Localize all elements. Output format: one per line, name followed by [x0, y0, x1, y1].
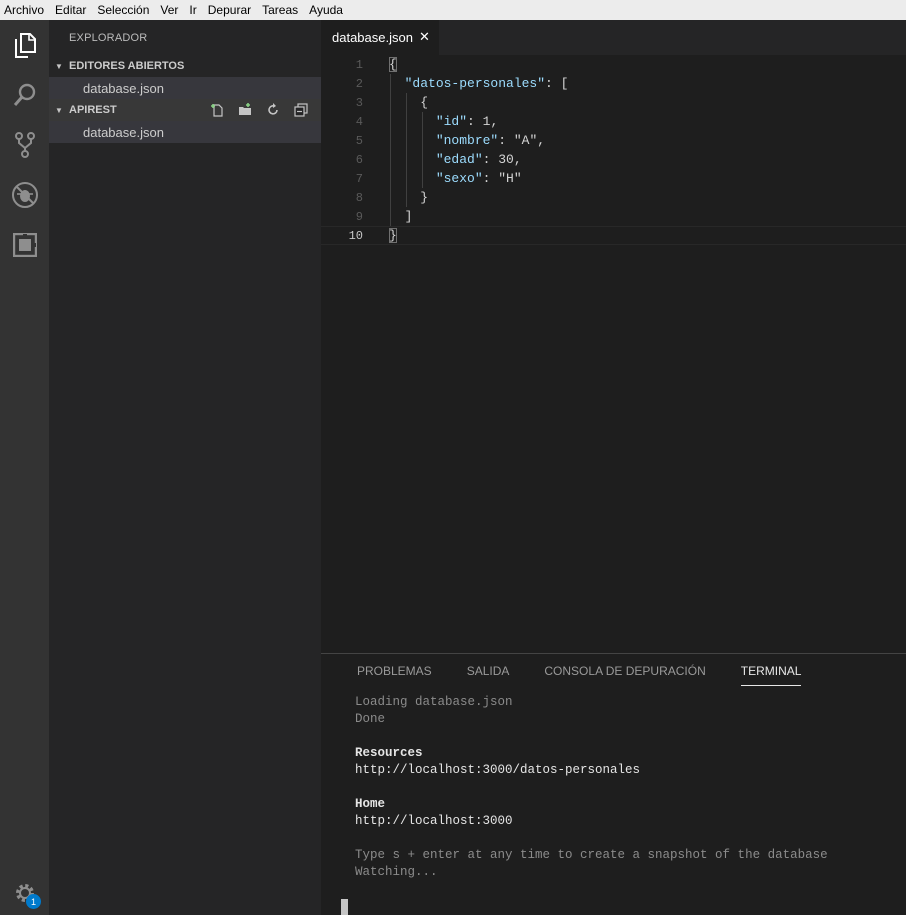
extensions-button[interactable]	[0, 222, 49, 268]
source-control-button[interactable]	[0, 122, 49, 168]
line-number: 10	[348, 228, 363, 243]
line-number: 9	[355, 209, 363, 224]
code-text: "sexo": "H"	[435, 171, 522, 186]
menu-editar[interactable]: Editar	[55, 3, 86, 17]
code-line: 4 "id": 1,	[321, 112, 906, 131]
debug-button[interactable]	[0, 172, 49, 218]
menu-tareas[interactable]: Tareas	[262, 3, 298, 17]
terminal-line: Done	[355, 712, 386, 726]
explorer-button[interactable]	[0, 22, 49, 68]
code-text: "datos-personales": [	[404, 76, 569, 91]
project-label: APIREST	[69, 104, 117, 116]
explorer-sidebar: EXPLORADOR ▼ EDITORES ABIERTOS database.…	[49, 20, 321, 915]
explorer-title: EXPLORADOR	[69, 32, 148, 44]
code-text: "nombre": "A",	[435, 133, 546, 148]
refresh-icon	[268, 103, 278, 115]
collapse-all-icon	[294, 103, 308, 117]
files-icon	[13, 32, 37, 58]
menu-depurar[interactable]: Depurar	[208, 3, 251, 17]
debug-icon	[11, 181, 39, 209]
file-label: database.json	[83, 80, 164, 96]
open-editors-label: EDITORES ABIERTOS	[69, 60, 185, 72]
menu-archivo[interactable]: Archivo	[4, 3, 44, 17]
code-line: 3 {	[321, 93, 906, 112]
line-number: 1	[355, 57, 363, 72]
terminal-cursor[interactable]	[341, 899, 348, 915]
project-header[interactable]: ▼ APIREST	[49, 99, 321, 121]
terminal-link[interactable]: http://localhost:3000	[355, 814, 513, 828]
code-line-current: 10 }	[321, 226, 906, 245]
line-number: 5	[355, 133, 363, 148]
open-editor-item[interactable]: database.json	[49, 77, 321, 99]
search-icon	[12, 82, 38, 108]
menu-ver[interactable]: Ver	[160, 3, 178, 17]
terminal-line: Watching...	[355, 865, 438, 879]
collapse-arrow-icon: ▼	[55, 61, 63, 71]
line-number: 2	[355, 76, 363, 91]
line-number: 3	[355, 95, 363, 110]
code-line: 9 ]	[321, 207, 906, 226]
code-editor[interactable]: 1 { 2 "datos-personales": [ 3 { 4 "id": …	[321, 55, 906, 653]
terminal-heading: Home	[355, 797, 386, 811]
code-line: 6 "edad": 30,	[321, 150, 906, 169]
project-file-item[interactable]: database.json	[49, 121, 321, 143]
code-text: {	[389, 57, 397, 72]
code-line: 5 "nombre": "A",	[321, 131, 906, 150]
tab-database-json[interactable]: database.json ✕	[321, 20, 439, 55]
code-line: 1 {	[321, 55, 906, 74]
terminal-heading: Resources	[355, 746, 423, 760]
menu-ir[interactable]: Ir	[189, 3, 196, 17]
code-text: "id": 1,	[435, 114, 499, 129]
collapse-all-button[interactable]	[287, 103, 315, 117]
refresh-button[interactable]	[259, 103, 287, 117]
activity-bar: 1	[0, 20, 49, 915]
new-folder-icon	[239, 103, 251, 115]
new-file-button[interactable]	[203, 103, 231, 117]
manage-button[interactable]	[0, 870, 49, 915]
code-line: 7 "sexo": "H"	[321, 169, 906, 188]
code-line: 8 }	[321, 188, 906, 207]
tab-label: database.json	[332, 30, 413, 45]
code-text: ]	[404, 209, 413, 224]
line-number: 6	[355, 152, 363, 167]
tab-debug-console[interactable]: CONSOLA DE DEPURACIÓN	[544, 664, 705, 686]
project-actions	[203, 99, 315, 121]
panel-tabs: PROBLEMAS SALIDA CONSOLA DE DEPURACIÓN T…	[357, 664, 836, 686]
collapse-arrow-icon: ▼	[55, 105, 63, 115]
settings-badge: 1	[26, 894, 41, 909]
new-folder-button[interactable]	[231, 103, 259, 117]
file-label: database.json	[83, 124, 164, 140]
code-line: 2 "datos-personales": [	[321, 74, 906, 93]
new-file-icon	[211, 104, 223, 117]
terminal-line: Loading database.json	[355, 695, 513, 709]
editor-tab-bar: database.json ✕	[321, 20, 906, 55]
menu-ayuda[interactable]: Ayuda	[309, 3, 343, 17]
close-icon[interactable]: ✕	[419, 29, 430, 45]
terminal-link[interactable]: http://localhost:3000/datos-personales	[355, 763, 640, 777]
code-text: "edad": 30,	[435, 152, 522, 167]
source-control-icon	[13, 131, 37, 159]
tab-output[interactable]: SALIDA	[467, 664, 510, 686]
extensions-icon	[12, 233, 37, 257]
code-text: }	[420, 190, 429, 205]
tab-terminal[interactable]: TERMINAL	[740, 664, 802, 686]
tab-problems[interactable]: PROBLEMAS	[357, 664, 432, 686]
code-text: }	[389, 228, 397, 243]
menu-bar: Archivo Editar Selección Ver Ir Depurar …	[0, 0, 906, 20]
line-number: 4	[355, 114, 363, 129]
terminal-line: Type s + enter at any time to create a s…	[355, 848, 828, 862]
code-text: {	[420, 95, 429, 110]
bottom-panel: PROBLEMAS SALIDA CONSOLA DE DEPURACIÓN T…	[321, 653, 906, 915]
menu-seleccion[interactable]: Selección	[97, 3, 149, 17]
open-editors-header[interactable]: ▼ EDITORES ABIERTOS	[49, 55, 321, 77]
line-number: 8	[355, 190, 363, 205]
search-button[interactable]	[0, 72, 49, 118]
line-number: 7	[355, 171, 363, 186]
